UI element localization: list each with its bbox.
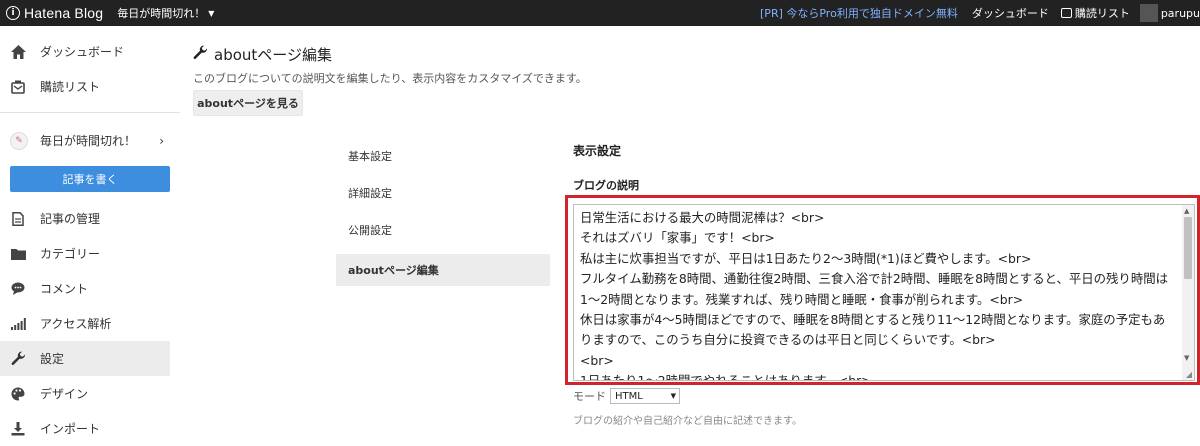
import-icon: [10, 421, 26, 437]
hatena-logo[interactable]: i Hatena Blog: [6, 5, 103, 21]
sidebar-item-label: 記事の管理: [40, 212, 101, 226]
wrench-icon: [193, 45, 208, 64]
blog-selector[interactable]: 毎日が時間切れ！ ▼: [117, 5, 214, 21]
blog-selector-label: 毎日が時間切れ！: [117, 7, 206, 20]
document-icon: [10, 211, 26, 227]
blog-description-label: ブログの説明: [573, 179, 639, 192]
bar-chart-icon: [10, 316, 26, 332]
palette-icon: [10, 386, 26, 402]
sidebar-item-import[interactable]: インポート: [0, 411, 170, 446]
sidebar-item-design[interactable]: デザイン: [0, 376, 170, 411]
textarea-line: 1日あたり1～2時間でやれることはあります。<br>: [580, 373, 872, 381]
view-about-page-button[interactable]: aboutページを見る: [193, 90, 303, 116]
wrench-icon: [10, 351, 26, 367]
sidebar-item-categories[interactable]: カテゴリー: [0, 236, 170, 271]
sidebar-item-dashboard[interactable]: ダッシュボード: [0, 34, 170, 69]
sidebar-item-label: カテゴリー: [40, 247, 101, 261]
blog-description-textarea[interactable]: 日常生活における最大の時間泥棒は？<br> それはズバリ「家事」です！<br> …: [573, 204, 1195, 381]
help-text: ブログの紹介や自己紹介など自由に記述できます。: [573, 416, 802, 427]
home-icon: [10, 44, 26, 60]
mode-select-value: HTML: [615, 390, 643, 402]
logo-text: Hatena Blog: [24, 5, 104, 21]
username: parupu: [1160, 6, 1200, 20]
sidebar-item-label: デザイン: [40, 387, 89, 401]
textarea-line: 日常生活における最大の時間泥棒は？<br>: [580, 210, 825, 225]
sidebar-item-label: ダッシュボード: [40, 45, 125, 59]
scroll-down-arrow-icon[interactable]: ▼: [1184, 354, 1189, 362]
sidebar-item-label: コメント: [40, 282, 89, 296]
caret-down-icon: ▼: [670, 392, 676, 400]
textarea-line: それはズバリ「家事」です！<br>: [580, 230, 775, 246]
hatena-logo-icon: i: [6, 6, 20, 20]
mode-row: モード HTML ▼: [573, 388, 680, 404]
textarea-content[interactable]: 日常生活における最大の時間泥棒は？<br> それはズバリ「家事」です！<br> …: [580, 208, 1180, 381]
scroll-thumb[interactable]: [1184, 217, 1192, 279]
comment-icon: [10, 281, 26, 297]
scroll-up-arrow-icon[interactable]: ▲: [1184, 207, 1189, 215]
sidebar-item-analytics[interactable]: アクセス解析: [0, 306, 170, 341]
reader-icon: [10, 79, 26, 95]
blog-icon: ✎: [10, 131, 28, 150]
user-menu[interactable]: parupu: [1139, 4, 1200, 22]
sidebar-item-label: 購読リスト: [40, 80, 101, 94]
page-description: このブログについての説明文を編集したり、表示内容をカスタマイズできます。: [193, 72, 587, 85]
sidebar-item-label: アクセス解析: [40, 317, 112, 331]
sidebar-item-settings[interactable]: 設定: [0, 341, 170, 376]
settings-nav-publish[interactable]: 公開設定: [336, 214, 550, 246]
caret-down-icon: ▼: [208, 8, 215, 18]
chevron-right-icon: ›: [159, 133, 164, 148]
pr-link[interactable]: [PR] 今ならPro利用で独自ドメイン無料: [760, 5, 958, 21]
sidebar-item-comments[interactable]: コメント: [0, 271, 170, 306]
section-heading: 表示設定: [573, 144, 622, 158]
settings-nav-about[interactable]: aboutページ編集: [336, 254, 550, 286]
mode-label: モード: [573, 390, 606, 403]
settings-nav-advanced[interactable]: 詳細設定: [336, 177, 550, 209]
textarea-line: <br>: [580, 352, 614, 368]
settings-nav-basic[interactable]: 基本設定: [336, 140, 550, 172]
textarea-scrollbar[interactable]: ▲ ▼: [1182, 205, 1194, 380]
write-article-button[interactable]: 記事を書く: [10, 166, 170, 192]
mode-select[interactable]: HTML ▼: [610, 388, 680, 404]
sidebar-blog-name: 毎日が時間切れ！: [40, 134, 137, 148]
top-dashboard-link[interactable]: ダッシュボード: [972, 5, 1049, 21]
sidebar: ダッシュボード 購読リスト ✎ 毎日が時間切れ！ › 記事を書く 記事の管理 カ…: [0, 26, 180, 443]
top-reader-label: 購読リスト: [1074, 7, 1130, 20]
resize-handle-icon[interactable]: ◢: [1186, 370, 1192, 379]
top-bar: i Hatena Blog 毎日が時間切れ！ ▼ [PR] 今ならPro利用で独…: [0, 0, 1200, 26]
textarea-line: フルタイム勤務を8時間、通勤往復2時間、三食入浴で計2時間、睡眠を8時間とすると…: [580, 271, 1168, 287]
sidebar-item-label: インポート: [40, 422, 101, 436]
top-reader-link[interactable]: 購読リスト: [1060, 5, 1130, 21]
textarea-line: 1～2時間となります。残業すれば、残り時間と睡眠・食事が削られます。<br>: [580, 291, 1024, 307]
folder-icon: [10, 246, 26, 262]
page-title: aboutページ編集: [193, 44, 332, 65]
avatar: [1139, 4, 1158, 22]
textarea-line: りますので、このうち自分に投資できるのは平日と同じくらいです。<br>: [580, 332, 996, 348]
sidebar-blog-switcher[interactable]: ✎ 毎日が時間切れ！ ›: [0, 123, 170, 158]
textarea-line: 休日は家事が4～5時間ほどですので、睡眠を8時間とすると残り11～12時間となり…: [580, 312, 1166, 328]
sidebar-item-articles[interactable]: 記事の管理: [0, 201, 170, 236]
sidebar-item-reader[interactable]: 購読リスト: [0, 69, 170, 104]
textarea-line: 私は主に炊事担当ですが、平日は1日あたり2～3時間(*1)ほど費やします。<br…: [580, 250, 1032, 266]
reader-icon: [1060, 8, 1072, 18]
page-title-text: aboutページ編集: [214, 46, 332, 64]
sidebar-item-label: 設定: [40, 352, 65, 366]
divider: [0, 112, 180, 113]
